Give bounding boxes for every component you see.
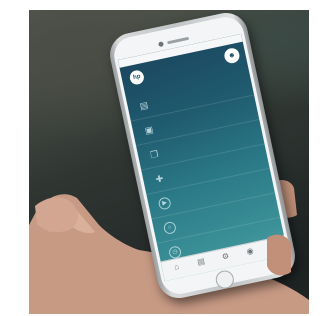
- photo-background: hp ☻ ▤ ▣ ❐ ✚ ▶ ○ ◷ ⌂ ▤ ⚙ ◉: [29, 10, 309, 314]
- thumb-image: [35, 197, 291, 276]
- photo-scene: hp ☻ ▤ ▣ ❐ ✚ ▶ ○ ◷ ⌂ ▤ ⚙ ◉: [0, 0, 311, 316]
